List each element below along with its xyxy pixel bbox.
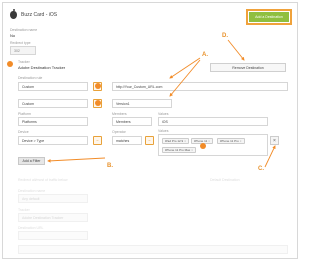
tag-label: iPhone 11 Pro: [220, 139, 239, 143]
tag-close-icon[interactable]: ×: [240, 139, 242, 143]
add-destination-label: Add a Destination: [249, 12, 289, 22]
add-destination-button[interactable]: Add a Destination: [246, 9, 292, 25]
values-label: Values: [158, 112, 169, 116]
tag-label: iPhone 11 Pro Max: [165, 148, 191, 152]
tag-close-icon[interactable]: ×: [208, 139, 210, 143]
value-tag[interactable]: iPhone 11 Pro Max ×: [162, 147, 197, 153]
apple-icon: [10, 9, 17, 19]
tag-label: iPad Pro 12.9: [165, 139, 184, 143]
redirect-type-label: Redirect type: [10, 41, 31, 45]
page-title: Buzz Card - iOS: [21, 12, 58, 18]
close-icon: ×: [273, 137, 276, 144]
callout-d: D.: [222, 33, 228, 39]
rule-url-input[interactable]: http://Your_Custom_URL.com: [112, 82, 288, 91]
remove-destination-button[interactable]: Remove Destination: [210, 63, 286, 72]
platform-select[interactable]: Platforms: [18, 117, 88, 126]
callout-a: A.: [202, 52, 208, 58]
destination-label: Destination name: [10, 28, 38, 32]
values-input[interactable]: iOS: [158, 117, 268, 126]
lower-select-2[interactable]: Adobe Destination Tracker: [18, 213, 88, 222]
tracker-label: Tracker: [18, 60, 30, 64]
section-marker: [7, 61, 13, 67]
operator-label: Operator: [112, 130, 126, 134]
lower-select-1[interactable]: Any default: [18, 194, 88, 203]
platform-label: Platform: [18, 112, 32, 116]
device-select[interactable]: Device > Type: [18, 136, 88, 145]
page-header: Buzz Card - iOS: [10, 9, 58, 19]
redirect-type-select[interactable]: 302: [10, 46, 36, 55]
lower-input-3[interactable]: [18, 231, 88, 240]
tag-close-icon[interactable]: ×: [184, 139, 186, 143]
tag-close-icon[interactable]: ×: [191, 148, 193, 152]
values-tags-label: Values: [158, 129, 169, 133]
callout-dot: [200, 143, 206, 149]
rule-label: Destination rule: [18, 76, 43, 80]
device-label: Device: [18, 130, 29, 134]
value-tag[interactable]: iPhone 11 Pro ×: [217, 138, 245, 144]
minus-icon: −: [148, 138, 151, 143]
rule-field-select[interactable]: Custom: [18, 82, 88, 91]
lower-label-2: Destination name: [18, 189, 46, 193]
callout-dot: [95, 83, 101, 89]
values-tag-input[interactable]: iPad Pro 12.9 × iPhone 11 × iPhone 11 Pro ×…: [158, 134, 268, 156]
tracker-value: Adobe Destination Tracker: [18, 65, 66, 70]
callout-c: C.: [258, 166, 264, 172]
operator-remove-button[interactable]: −: [145, 136, 154, 145]
clear-values-button[interactable]: ×: [270, 136, 279, 145]
value-tag[interactable]: iPad Pro 12.9 ×: [162, 138, 189, 144]
second-field-select[interactable]: Custom: [18, 99, 88, 108]
lower-label-3: Tracker: [18, 208, 30, 212]
minus-icon: −: [96, 138, 99, 143]
members-select[interactable]: Members: [112, 117, 152, 126]
destination-value: No: [10, 33, 16, 38]
operator-select[interactable]: matches: [112, 136, 142, 145]
lower-label-4: Destination URL: [18, 226, 44, 230]
lower-label-1: Redirect all/most of traffic below: [18, 178, 68, 182]
members-label: Members: [112, 112, 127, 116]
lower-input-4[interactable]: [18, 245, 288, 254]
device-remove-button[interactable]: −: [93, 136, 102, 145]
second-value-input[interactable]: Version1: [112, 99, 172, 108]
callout-b: B.: [107, 163, 113, 169]
add-filter-button[interactable]: Add a Filter: [18, 157, 45, 165]
callout-dot: [95, 100, 101, 106]
lower-right-label: Default Destination: [210, 178, 240, 182]
